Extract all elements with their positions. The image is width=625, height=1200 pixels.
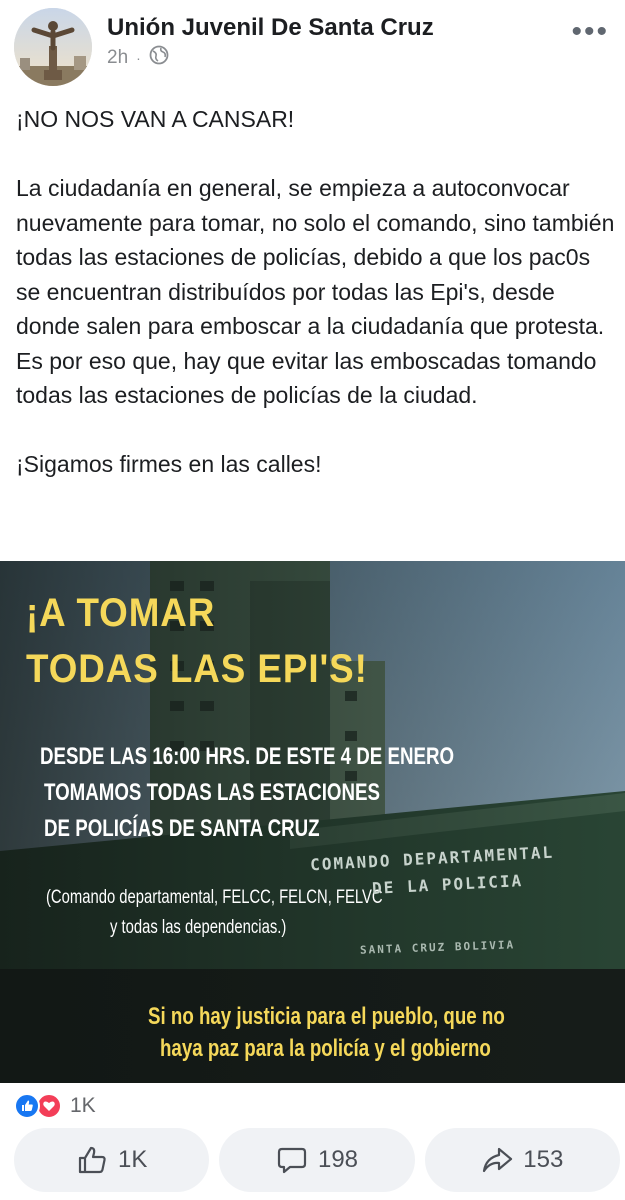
- post-paragraph: ¡Sigamos firmes en las calles!: [16, 451, 322, 477]
- comment-count: 198: [317, 1146, 359, 1173]
- image-body-line-3: DE POLICÍAS DE SANTA CRUZ: [44, 815, 320, 842]
- meta-separator: ·: [136, 50, 141, 66]
- avatar-image: [14, 8, 92, 86]
- share-count: 153: [523, 1146, 564, 1173]
- post-time[interactable]: 2h: [107, 47, 128, 69]
- post-paragraph: La ciudadanía en general, se empieza a a…: [16, 175, 615, 408]
- globe-icon: [149, 45, 169, 71]
- avatar[interactable]: [14, 8, 92, 86]
- image-footer-line-1: Si no hay justicia para el pueblo, que n…: [148, 1003, 505, 1030]
- share-button[interactable]: 153: [424, 1128, 620, 1192]
- post-paragraph: ¡NO NOS VAN A CANSAR!: [16, 106, 295, 132]
- post-header: Unión Juvenil De Santa Cruz 2h · •••: [0, 0, 625, 92]
- image-body-line-2: TOMAMOS TODAS LAS ESTACIONES: [44, 779, 380, 806]
- like-count: 1K: [117, 1146, 148, 1173]
- reaction-count: 1K: [70, 1094, 96, 1117]
- post-meta: 2h ·: [107, 45, 169, 71]
- image-title-line-2: TODAS LAS EPI'S!: [26, 647, 368, 691]
- image-footer-line-2: haya paz para la policía y el gobierno: [160, 1035, 491, 1062]
- image-body-line-1: DESDE LAS 16:00 HRS. DE ESTE 4 DE ENERO: [40, 743, 455, 770]
- reactions-summary[interactable]: 1K: [14, 1092, 96, 1120]
- image-note-line-2: y todas las dependencias.): [110, 917, 287, 938]
- share-icon: [481, 1144, 513, 1176]
- like-button[interactable]: 1K: [14, 1128, 210, 1192]
- like-reaction-icon: [14, 1093, 40, 1119]
- post-text: ¡NO NOS VAN A CANSAR! La ciudadanía en g…: [16, 102, 616, 482]
- image-note-line-1: (Comando departamental, FELCC, FELCN, FE…: [46, 887, 383, 908]
- comment-icon: [276, 1144, 308, 1176]
- author-name[interactable]: Unión Juvenil De Santa Cruz: [107, 14, 434, 42]
- more-options-icon[interactable]: •••: [571, 17, 609, 47]
- post-card: Unión Juvenil De Santa Cruz 2h · ••• ¡NO…: [0, 0, 625, 1200]
- action-bar: 1K 198 153: [14, 1128, 620, 1192]
- post-image[interactable]: ¡A TOMAR TODAS LAS EPI'S! DESDE LAS 16:0…: [0, 561, 625, 1083]
- comment-button[interactable]: 198: [219, 1128, 415, 1192]
- image-title-line-1: ¡A TOMAR: [26, 591, 216, 635]
- thumbs-up-icon: [76, 1144, 108, 1176]
